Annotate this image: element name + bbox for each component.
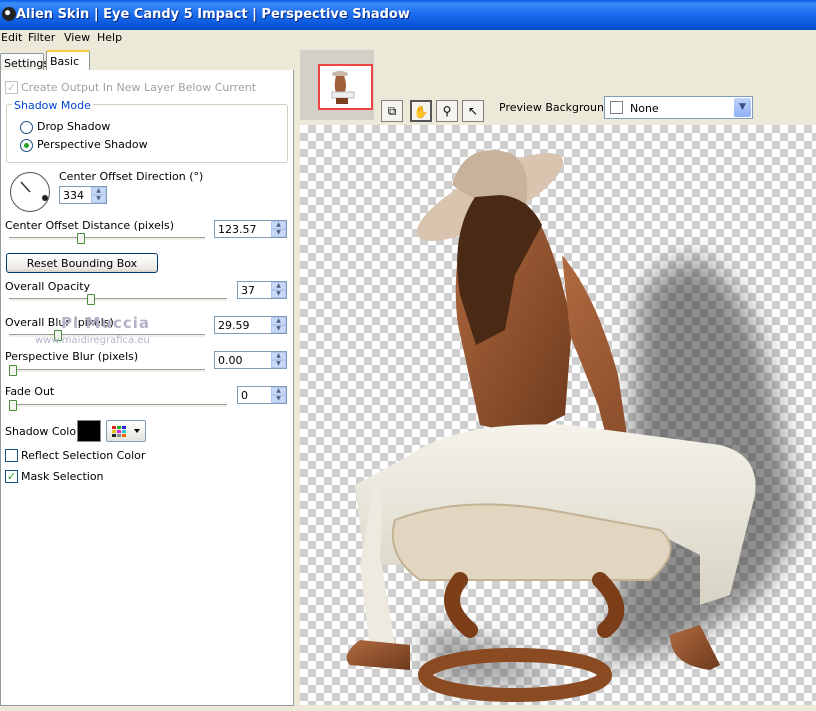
dial-needle-icon: [20, 181, 48, 201]
center-offset-direction-value: 334: [63, 189, 84, 202]
preview-background-select[interactable]: None ▼: [604, 96, 753, 119]
perspective-blur-thumb[interactable]: [9, 365, 17, 376]
color-palette-button[interactable]: [106, 420, 146, 442]
menu-edit[interactable]: Edit: [1, 31, 22, 44]
chevron-down-icon[interactable]: ▼: [734, 98, 751, 117]
center-offset-distance-input[interactable]: 123.57 ▲ ▼: [214, 220, 287, 238]
mask-selection-checkbox[interactable]: ✓: [5, 470, 18, 483]
preview-canvas[interactable]: [300, 125, 816, 705]
menu-bar: Edit Filter View Help: [0, 30, 816, 48]
spin-down-icon[interactable]: ▼: [91, 195, 106, 203]
compare-button[interactable]: ⧉: [381, 100, 403, 122]
navigator-thumbnail[interactable]: [318, 64, 373, 110]
navigator-area: [300, 50, 374, 120]
preview-compare-icon: ⧉: [387, 104, 397, 118]
shadow-mode-title: Shadow Mode: [12, 99, 93, 112]
status-strip: [0, 706, 816, 711]
overall-blur-value: 29.59: [218, 319, 250, 332]
center-offset-distance-thumb[interactable]: [76, 233, 85, 244]
watermark-url: www.maidiregrafica.eu: [35, 335, 150, 346]
menu-view[interactable]: View: [64, 31, 90, 44]
overall-opacity-label: Overall Opacity: [5, 280, 91, 293]
spin-up-icon[interactable]: ▲: [271, 352, 286, 360]
center-offset-distance-value: 123.57: [218, 223, 257, 236]
perspective-shadow-label: Perspective Shadow: [37, 138, 148, 151]
shadow-color-swatch[interactable]: [77, 420, 101, 442]
spin-up-icon[interactable]: ▲: [91, 187, 106, 195]
spin-up-icon[interactable]: ▲: [271, 317, 286, 325]
reset-bounding-box-button[interactable]: Reset Bounding Box: [6, 253, 158, 273]
tab-row: Settings Basic: [0, 50, 294, 72]
fade-out-slider[interactable]: [9, 404, 227, 408]
center-offset-distance-slider[interactable]: [9, 237, 205, 241]
spin-up-icon[interactable]: ▲: [271, 282, 286, 290]
shadow-mode-group: [6, 104, 288, 163]
hand-tool-icon: ✋: [413, 105, 429, 119]
spin-down-icon[interactable]: ▼: [271, 229, 286, 237]
zoom-tool-icon: ⚲: [442, 104, 452, 118]
settings-panel: ✓ Create Output In New Layer Below Curre…: [0, 70, 294, 706]
perspective-shadow-radio[interactable]: [20, 139, 33, 152]
zoom-tool-button[interactable]: ⚲: [436, 100, 458, 122]
overall-opacity-thumb[interactable]: [86, 294, 95, 305]
fade-out-thumb[interactable]: [9, 400, 17, 411]
drop-shadow-label: Drop Shadow: [37, 120, 111, 133]
spin-down-icon[interactable]: ▼: [271, 325, 286, 333]
background-swatch-icon: [610, 101, 623, 114]
create-output-label: Create Output In New Layer Below Current: [21, 81, 257, 94]
overall-opacity-slider[interactable]: [9, 298, 227, 302]
shadow-color-label: Shadow Color: [5, 425, 81, 438]
thumbnail-figure-icon: [331, 71, 355, 104]
overall-opacity-value: 37: [241, 284, 255, 297]
fade-out-label: Fade Out: [5, 385, 55, 398]
mask-selection-label: Mask Selection: [21, 470, 104, 483]
reflect-selection-color-label: Reflect Selection Color: [21, 449, 146, 462]
fade-out-value: 0: [241, 389, 248, 402]
reflect-selection-color-checkbox[interactable]: [5, 449, 18, 462]
create-output-checkbox[interactable]: ✓: [5, 81, 18, 94]
perspective-blur-label: Perspective Blur (pixels): [5, 350, 139, 363]
spin-down-icon[interactable]: ▼: [271, 360, 286, 368]
app-icon[interactable]: [2, 7, 16, 21]
spin-up-icon[interactable]: ▲: [271, 221, 286, 229]
perspective-blur-slider[interactable]: [9, 369, 205, 373]
overall-opacity-input[interactable]: 37 ▲ ▼: [237, 281, 287, 299]
menu-filter[interactable]: Filter: [28, 31, 55, 44]
watermark-name: Pi Muccia: [61, 314, 151, 332]
center-offset-direction-input[interactable]: 334 ▲ ▼: [59, 186, 107, 204]
title-bar: Alien Skin | Eye Candy 5 Impact | Perspe…: [0, 0, 816, 30]
pointer-tool-icon: ↖: [467, 104, 479, 118]
preview-background-value: None: [630, 102, 659, 115]
window-title: Alien Skin | Eye Candy 5 Impact | Perspe…: [16, 7, 410, 22]
spin-down-icon[interactable]: ▼: [271, 290, 286, 298]
spin-down-icon[interactable]: ▼: [271, 395, 286, 403]
fade-out-input[interactable]: 0 ▲ ▼: [237, 386, 287, 404]
pointer-tool-button[interactable]: ↖: [462, 100, 484, 122]
center-offset-distance-label: Center Offset Distance (pixels): [5, 219, 175, 232]
perspective-blur-value: 0.00: [218, 354, 243, 367]
palette-grid-icon: [112, 426, 140, 437]
spin-up-icon[interactable]: ▲: [271, 387, 286, 395]
preview-background-label: Preview Background:: [499, 101, 615, 114]
tab-basic[interactable]: Basic: [46, 50, 90, 72]
hand-tool-button[interactable]: ✋: [410, 100, 432, 122]
perspective-blur-input[interactable]: 0.00 ▲ ▼: [214, 351, 287, 369]
drop-shadow-radio[interactable]: [20, 121, 33, 134]
menu-help[interactable]: Help: [97, 31, 122, 44]
direction-dial[interactable]: [10, 172, 50, 212]
center-offset-direction-label: Center Offset Direction (°): [59, 170, 204, 183]
preview-image: [346, 150, 800, 702]
overall-blur-input[interactable]: 29.59 ▲ ▼: [214, 316, 287, 334]
